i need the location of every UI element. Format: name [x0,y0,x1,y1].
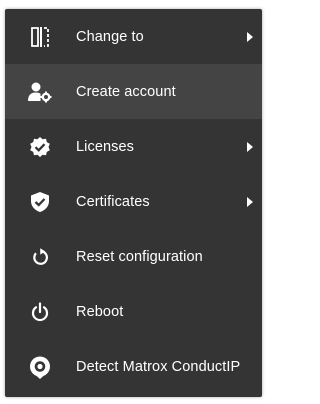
chevron-right-icon [247,141,253,152]
menu-item-certificates[interactable]: Certificates [5,174,262,229]
menu-item-reboot[interactable]: Reboot [5,284,262,339]
menu-item-label: Change to [76,28,144,45]
swap-columns-icon [27,24,53,50]
power-icon [27,299,53,325]
menu-item-label: Licenses [76,138,135,155]
chevron-right-icon [247,196,253,207]
menu-item-change-to[interactable]: Change to [5,9,262,64]
menu-item-label: Create account [76,83,176,100]
shield-check-icon [27,189,53,215]
menu-item-detect-matrox-conductip[interactable]: Detect Matrox ConductIP [5,339,262,394]
location-target-icon [27,354,53,380]
verified-badge-icon [27,134,53,160]
reset-icon [27,244,53,270]
menu-item-licenses[interactable]: Licenses [5,119,262,174]
menu-item-reset-configuration[interactable]: Reset configuration [5,229,262,284]
menu-item-create-account[interactable]: Create account [5,64,262,119]
chevron-right-icon [247,31,253,42]
context-menu: Change to Create account Licenses Certif… [5,9,262,397]
menu-item-label: Certificates [76,193,150,210]
menu-item-label: Reset configuration [76,248,203,265]
menu-item-label: Detect Matrox ConductIP [76,358,241,375]
menu-item-label: Reboot [76,303,124,320]
user-gear-icon [27,79,53,105]
